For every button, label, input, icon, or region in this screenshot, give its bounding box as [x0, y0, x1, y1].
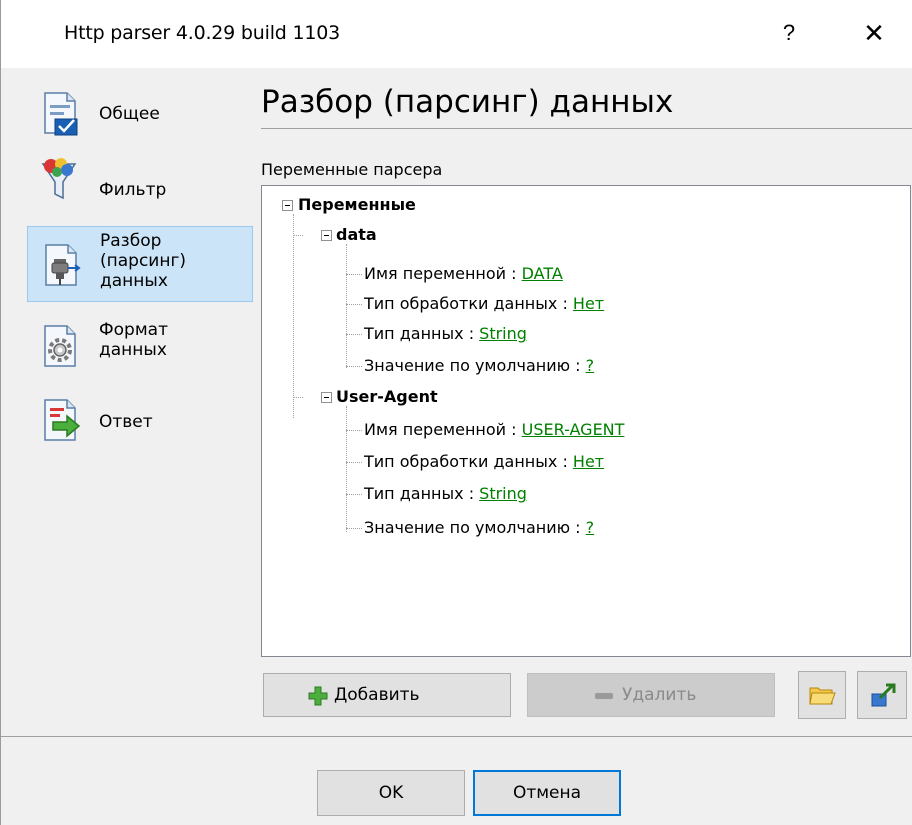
collapse-toggle[interactable] [321, 392, 332, 403]
response-icon [44, 399, 81, 441]
parsing-icon [45, 244, 81, 286]
property-value-link[interactable]: USER-AGENT [522, 420, 625, 439]
property-label: Тип обработки данных : [364, 452, 573, 471]
property-value-link[interactable]: ? [586, 356, 595, 375]
tree-connector [346, 244, 347, 368]
page-title: Разбор (парсинг) данных [261, 84, 674, 120]
ok-button[interactable]: OK [317, 770, 465, 816]
sidebar-item-parsing[interactable]: Разбор (парсинг) данных [27, 226, 253, 302]
sidebar-item-label: Ответ [99, 412, 153, 432]
collapse-toggle[interactable] [321, 230, 332, 241]
tree-connector [346, 528, 362, 529]
sidebar-item-filter[interactable]: Фильтр [27, 152, 253, 224]
minus-icon [595, 693, 613, 699]
tree-connector [346, 334, 362, 335]
title-bar: Http parser 4.0.29 build 1103 ? ✕ [1, 0, 912, 68]
property-label: Имя переменной : [364, 264, 522, 283]
tree-connector [293, 235, 303, 236]
tree-connector [346, 274, 362, 275]
tree-connector [293, 214, 294, 418]
tree-property[interactable]: Тип данных : String [364, 483, 527, 505]
data-format-icon [44, 325, 76, 367]
title-divider [261, 128, 912, 129]
tree-connector [346, 366, 362, 367]
property-label: Имя переменной : [364, 420, 522, 439]
property-value-link[interactable]: String [479, 484, 527, 503]
footer-divider [1, 736, 912, 737]
parser-variables-label: Переменные парсера [261, 160, 443, 179]
collapse-toggle[interactable] [282, 200, 293, 211]
delete-button[interactable]: Удалить [527, 673, 775, 717]
filter-icon [41, 158, 77, 200]
sidebar-item-label: Общее [99, 104, 160, 124]
tree-property[interactable]: Значение по умолчанию : ? [364, 517, 594, 539]
property-value-link[interactable]: ? [586, 518, 595, 537]
property-label: Значение по умолчанию : [364, 518, 586, 537]
variables-tree[interactable]: Переменные data Имя переменной : DATA Ти… [261, 185, 911, 657]
tree-property[interactable]: Значение по умолчанию : ? [364, 355, 594, 377]
property-label: Тип обработки данных : [364, 294, 573, 313]
tree-group-user-agent[interactable]: User-Agent [336, 386, 438, 408]
sidebar-item-label: Фильтр [99, 180, 167, 200]
import-button[interactable] [857, 671, 907, 719]
add-button[interactable]: Добавить [263, 673, 511, 717]
add-button-label: Добавить [334, 685, 420, 705]
property-label: Значение по умолчанию : [364, 356, 586, 375]
tree-connector [346, 430, 362, 431]
folder-icon [809, 687, 836, 705]
general-icon [44, 92, 78, 136]
tree-connector [346, 494, 362, 495]
sidebar: Общее Фильтр Разбор (парсинг) данных Фор… [1, 68, 253, 736]
property-label: Тип данных : [364, 324, 480, 343]
sidebar-item-data-format[interactable]: Формат данных [27, 308, 253, 386]
tree-connector [293, 397, 303, 398]
delete-button-label: Удалить [622, 685, 697, 705]
property-value-link[interactable]: String [479, 324, 527, 343]
tree-property[interactable]: Тип обработки данных : Нет [364, 293, 604, 315]
sidebar-item-general[interactable]: Общее [27, 78, 253, 148]
tree-connector [346, 462, 362, 463]
tree-root[interactable]: Переменные [298, 194, 416, 216]
import-icon [871, 683, 896, 707]
plus-icon [308, 686, 328, 706]
property-value-link[interactable]: Нет [573, 452, 604, 471]
sidebar-item-label: Формат данных [99, 320, 168, 360]
tree-property[interactable]: Тип данных : String [364, 323, 527, 345]
help-button[interactable]: ? [766, 10, 812, 56]
tree-property[interactable]: Имя переменной : USER-AGENT [364, 419, 624, 441]
tree-connector [346, 406, 347, 532]
property-label: Тип данных : [364, 484, 480, 503]
property-value-link[interactable]: DATA [522, 264, 563, 283]
property-value-link[interactable]: Нет [573, 294, 604, 313]
tree-property[interactable]: Тип обработки данных : Нет [364, 451, 604, 473]
open-file-button[interactable] [798, 671, 846, 719]
dialog-window: Http parser 4.0.29 build 1103 ? ✕ Общее [0, 0, 912, 825]
tree-connector [346, 304, 362, 305]
tree-group-data[interactable]: data [336, 224, 377, 246]
cancel-button[interactable]: Отмена [473, 770, 621, 816]
window-title: Http parser 4.0.29 build 1103 [64, 22, 341, 44]
close-button[interactable]: ✕ [851, 10, 897, 56]
tree-property[interactable]: Имя переменной : DATA [364, 263, 563, 285]
sidebar-item-response[interactable]: Ответ [27, 388, 253, 464]
sidebar-item-label: Разбор (парсинг) данных [100, 231, 187, 291]
